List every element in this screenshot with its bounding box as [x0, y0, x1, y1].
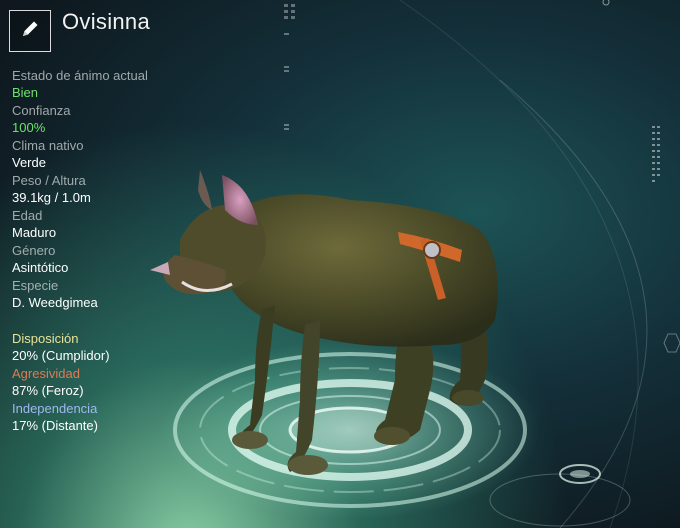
hex-marker — [663, 333, 680, 353]
stat-label: Especie — [12, 278, 59, 293]
creature-name: Ovisinna — [62, 9, 150, 34]
grid-dots — [284, 4, 295, 130]
creature-traits-panel: Disposición 20% (Cumplidor) Agresividad … — [12, 330, 212, 435]
trait-value: 17% (Distante) — [12, 418, 98, 433]
stat-value: 100% — [12, 120, 46, 135]
stat-label: Género — [12, 243, 56, 258]
stat-gender: Género Asintótico — [12, 242, 212, 276]
corner-dot — [602, 0, 610, 6]
creature-stats-panel: Estado de ánimo actual Bien Confianza 10… — [12, 67, 212, 312]
trait-value: 87% (Feroz) — [12, 383, 84, 398]
trait-value: 20% (Cumplidor) — [12, 348, 110, 363]
stat-value: Asintótico — [12, 260, 69, 275]
stat-species: Especie D. Weedgimea — [12, 277, 212, 311]
stat-label: Confianza — [12, 103, 71, 118]
stat-value: Bien — [12, 85, 39, 100]
stat-value: 39.1kg / 1.0m — [12, 190, 91, 205]
side-ticks — [652, 126, 660, 182]
stat-climate: Clima nativo Verde — [12, 137, 212, 171]
stat-label: Clima nativo — [12, 138, 84, 153]
stat-weight-height: Peso / Altura 39.1kg / 1.0m — [12, 172, 212, 206]
trait-disposition: Disposición 20% (Cumplidor) — [12, 330, 212, 364]
trait-label: Agresividad — [12, 366, 80, 381]
stat-label: Estado de ánimo actual — [12, 68, 148, 83]
trait-label: Independencia — [12, 401, 98, 416]
stat-mood: Estado de ánimo actual Bien — [12, 67, 212, 101]
stat-trust: Confianza 100% — [12, 102, 212, 136]
pencil-icon — [20, 19, 40, 44]
creature-viewer: Ovisinna Estado de ánimo actual Bien Con… — [0, 0, 680, 528]
stat-value: D. Weedgimea — [12, 295, 98, 310]
stat-age: Edad Maduro — [12, 207, 212, 241]
trait-label: Disposición — [12, 331, 79, 346]
trait-independence: Independencia 17% (Distante) — [12, 400, 212, 434]
stat-value: Maduro — [12, 225, 57, 240]
trait-aggression: Agresividad 87% (Feroz) — [12, 365, 212, 399]
stat-label: Edad — [12, 208, 43, 223]
stat-value: Verde — [12, 155, 46, 170]
edit-name-button[interactable] — [9, 10, 51, 52]
stat-label: Peso / Altura — [12, 173, 86, 188]
